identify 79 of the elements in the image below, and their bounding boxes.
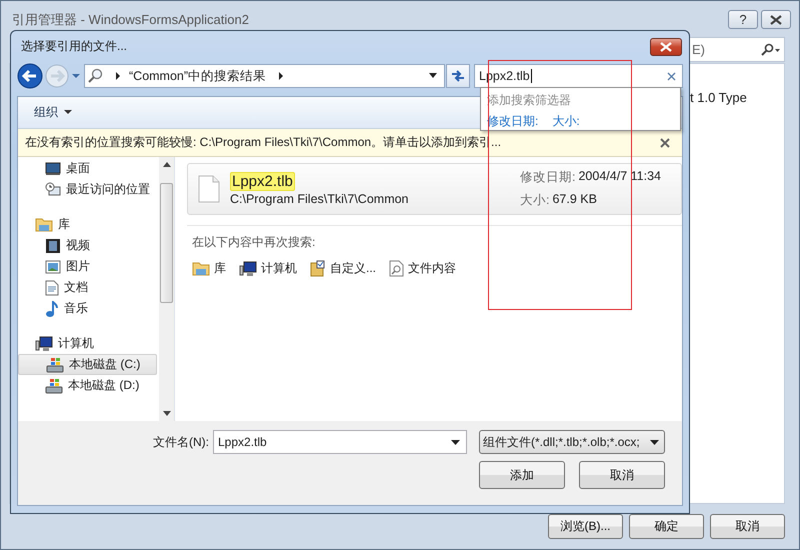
close-icon[interactable] (660, 138, 670, 148)
meta-label: 修改日期: (520, 169, 576, 186)
monitor-icon (45, 162, 61, 176)
meta-value: 2004/4/7 11:34 (578, 169, 661, 185)
folder-icon (192, 261, 210, 276)
section-heading: 在以下内容中再次搜索: (192, 234, 316, 251)
file-type-dropdown[interactable]: 组件文件(*.dll;*.tlb;*.olb;*.ocx; (479, 430, 665, 454)
dialog-button[interactable]: 确定 (629, 514, 704, 539)
breadcrumb-arrow-icon[interactable] (278, 72, 284, 80)
search-value: E) (692, 42, 705, 57)
music-note-icon (45, 300, 59, 316)
close-button[interactable] (650, 38, 682, 56)
organize-button[interactable]: 组织 (30, 101, 76, 124)
list-item[interactable]: t 1.0 Type (690, 90, 747, 105)
picture-icon (45, 260, 61, 274)
search-field[interactable]: E) (689, 37, 785, 62)
search-location-link[interactable]: 自定义... (310, 260, 376, 277)
file-name-value: Lppx2.tlb (218, 435, 267, 449)
nav-item[interactable]: 图片 (18, 256, 157, 277)
file-name: Lppx2.tlb (230, 172, 295, 191)
breadcrumb[interactable]: “Common”中的搜索结果 (129, 68, 266, 84)
file-type-value: 组件文件(*.dll;*.tlb;*.olb;*.ocx; (483, 434, 640, 450)
nav-item[interactable]: 库 (18, 214, 157, 235)
scrollbar[interactable] (159, 157, 174, 421)
refresh-button[interactable] (446, 64, 470, 88)
dropdown-caret-icon (650, 440, 659, 444)
file-path: C:\Program Files\Tki\7\Common (230, 192, 410, 206)
file-name-field[interactable]: Lppx2.tlb (213, 430, 467, 454)
drive-icon (46, 356, 64, 372)
close-button[interactable] (761, 10, 791, 29)
help-button[interactable]: ? (728, 10, 758, 29)
scroll-thumb[interactable] (160, 183, 173, 303)
document-search-icon (389, 260, 404, 277)
scroll-down-icon[interactable] (162, 411, 170, 416)
search-result[interactable]: Lppx2.tlb C:\Program Files\Tki\7\Common 修改日期: 2004/4/7 11:34 大小: 67.9 KB (187, 163, 682, 215)
breadcrumb-arrow-icon[interactable] (115, 72, 121, 80)
dialog-title: 选择要引用的文件... (21, 38, 128, 55)
search-icon (760, 42, 782, 56)
clock-computer-icon (45, 182, 61, 198)
nav-item[interactable]: 最近访问的位置 (18, 179, 157, 200)
dialog-button[interactable]: 浏览(B)... (548, 514, 623, 539)
refresh-icon (450, 68, 466, 84)
address-bar[interactable]: “Common”中的搜索结果 (84, 64, 445, 88)
close-icon (659, 42, 673, 52)
caret-icon (64, 110, 72, 115)
search-icon (87, 68, 103, 84)
dialog-button[interactable]: 取消 (579, 461, 665, 489)
nav-item[interactable]: 本地磁盘 (C:) (18, 354, 157, 375)
computer-icon (239, 260, 257, 276)
nav-item[interactable]: 音乐 (18, 298, 157, 319)
nav-item[interactable]: 视频 (18, 235, 157, 256)
back-button[interactable] (17, 63, 43, 89)
window-title: 引用管理器 - WindowsFormsApplication2 (12, 11, 250, 29)
dialog-button[interactable]: 取消 (710, 514, 785, 539)
dialog-button[interactable]: 添加 (479, 461, 565, 489)
computer-icon (35, 336, 53, 352)
dropdown-caret-icon[interactable] (451, 440, 460, 444)
search-location-link[interactable]: 计算机 (239, 260, 297, 277)
document-icon (45, 280, 59, 296)
nav-item[interactable]: 本地磁盘 (D:) (18, 375, 157, 396)
clear-icon[interactable] (667, 72, 676, 80)
nav-item[interactable]: 计算机 (18, 333, 157, 354)
file-icon (198, 175, 220, 203)
folder-icon (35, 217, 53, 232)
search-location-link[interactable]: 文件内容 (389, 260, 456, 277)
drive-icon (45, 378, 63, 394)
nav-item[interactable]: 桌面 (18, 158, 157, 179)
history-caret-icon[interactable] (71, 72, 81, 80)
meta-value: 67.9 KB (552, 192, 597, 208)
file-name-label: 文件名(N): (153, 434, 209, 450)
folder-checkbox-icon (310, 260, 326, 277)
nav-item[interactable]: 文档 (18, 277, 157, 298)
film-icon (45, 238, 61, 254)
meta-label: 大小: (520, 192, 550, 209)
dropdown-caret-icon[interactable] (428, 73, 438, 79)
search-location-link[interactable]: 库 (192, 260, 226, 277)
close-icon (770, 14, 782, 24)
search-filter-link[interactable]: 大小: (552, 113, 580, 130)
scroll-up-icon[interactable] (162, 162, 170, 167)
